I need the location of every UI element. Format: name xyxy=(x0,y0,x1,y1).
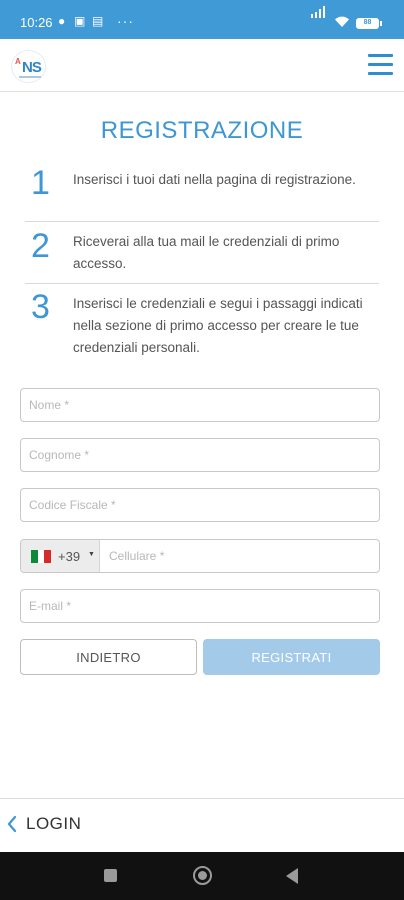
chevron-left-icon xyxy=(7,815,17,833)
status-bar: 10:26 ● ▣ ▤ ··· 88 xyxy=(0,0,404,39)
cognome-field xyxy=(20,438,380,472)
menu-icon[interactable] xyxy=(368,54,393,76)
step-number: 1 xyxy=(31,164,50,202)
footer-divider xyxy=(0,798,404,799)
step-divider xyxy=(25,283,379,284)
country-code: +39 xyxy=(58,549,81,564)
email-input[interactable] xyxy=(21,590,379,622)
italy-flag-icon xyxy=(31,550,51,563)
step-text: Riceverai alla tua mail le credenziali d… xyxy=(73,234,340,271)
email-field xyxy=(20,589,380,623)
login-label: LOGIN xyxy=(26,814,82,833)
register-button[interactable]: REGISTRATI xyxy=(203,639,380,675)
back-button[interactable]: INDIETRO xyxy=(20,639,197,675)
recent-apps-icon[interactable] xyxy=(104,869,117,882)
codice-fiscale-input[interactable] xyxy=(21,489,379,521)
wifi-icon xyxy=(335,16,349,27)
step-number: 2 xyxy=(31,227,50,265)
country-code-selector[interactable]: +39 ▼ xyxy=(21,540,100,572)
app-header xyxy=(0,39,404,92)
page-title: REGISTRAZIONE xyxy=(100,117,304,144)
cellulare-input[interactable] xyxy=(101,540,379,572)
logo-underline xyxy=(19,76,41,78)
app-logo[interactable]: A NS xyxy=(11,50,46,83)
battery-icon: 88 xyxy=(356,18,382,29)
step-text: Inserisci i tuoi dati nella pagina di re… xyxy=(73,172,356,187)
logo-text: NS xyxy=(22,59,42,76)
system-nav-bar xyxy=(0,852,404,900)
home-icon[interactable] xyxy=(193,866,212,885)
nome-field xyxy=(20,388,380,422)
nome-input[interactable] xyxy=(21,389,379,421)
chat-notification-icon: ● xyxy=(58,14,66,28)
cognome-input[interactable] xyxy=(21,439,379,471)
status-time: 10:26 xyxy=(20,15,53,30)
codice-fiscale-field xyxy=(20,488,380,522)
more-notifications-icon: ··· xyxy=(117,13,134,29)
back-icon[interactable] xyxy=(286,868,298,884)
cellulare-field: +39 ▼ xyxy=(20,539,380,573)
caret-down-icon: ▼ xyxy=(88,551,95,558)
step-text: Inserisci le credenziali e segui i passa… xyxy=(73,296,363,355)
app-notification-icon: ▤ xyxy=(92,14,104,28)
step-number: 3 xyxy=(31,288,50,326)
step-divider xyxy=(25,221,379,222)
teams-notification-icon: ▣ xyxy=(74,14,86,28)
logo-mark: A xyxy=(15,57,21,66)
